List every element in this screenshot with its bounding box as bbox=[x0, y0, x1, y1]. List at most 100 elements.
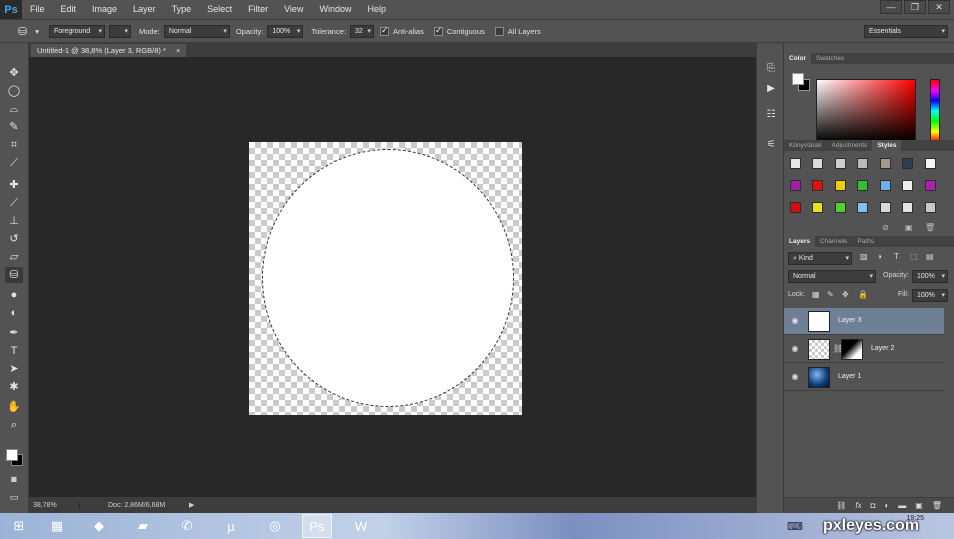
blur-icon[interactable]: ● bbox=[5, 287, 23, 303]
actions-panel-icon[interactable]: ▶ bbox=[762, 81, 780, 97]
new-style-icon[interactable]: ▣ bbox=[905, 223, 913, 232]
visibility-eye-icon[interactable]: ◉ bbox=[790, 372, 800, 382]
adjustment-filter-icon[interactable]: ◑ bbox=[877, 252, 882, 261]
mode-dropdown[interactable]: Normal bbox=[163, 24, 230, 38]
hue-slider[interactable] bbox=[930, 79, 940, 143]
chrome-icon[interactable]: ◎ bbox=[260, 514, 290, 538]
menu-view[interactable]: View bbox=[276, 0, 311, 19]
shape-filter-icon[interactable]: ⬚ bbox=[910, 252, 918, 261]
lasso-icon[interactable]: ⌓ bbox=[5, 101, 23, 117]
smart-filter-icon[interactable]: ▤ bbox=[926, 252, 934, 261]
photoshop-taskbar-icon[interactable]: Ps bbox=[302, 514, 332, 538]
history-panel-icon[interactable]: ⎘ bbox=[762, 61, 780, 77]
style-swatch[interactable] bbox=[857, 180, 868, 191]
style-swatch[interactable] bbox=[835, 158, 846, 169]
marquee-icon[interactable]: ◯ bbox=[5, 83, 23, 99]
lock-pixels-icon[interactable]: ✎ bbox=[827, 290, 834, 299]
fill-field[interactable]: 100% bbox=[912, 289, 948, 302]
dodge-icon[interactable]: ◐ bbox=[5, 305, 23, 321]
path-select-icon[interactable]: ➤ bbox=[5, 361, 23, 377]
status-menu-arrow-icon[interactable]: ▶ bbox=[189, 501, 194, 509]
folder-icon[interactable]: ▬ bbox=[898, 501, 906, 510]
style-swatch[interactable] bbox=[925, 180, 936, 191]
style-swatch[interactable] bbox=[902, 180, 913, 191]
type-filter-icon[interactable]: T bbox=[894, 252, 899, 261]
clear-style-icon[interactable]: ⊘ bbox=[882, 223, 889, 232]
crop-icon[interactable]: ⌗ bbox=[5, 137, 23, 153]
pen-icon[interactable]: ✒ bbox=[5, 325, 23, 341]
minimize-button[interactable]: — bbox=[880, 0, 902, 14]
layer-mask-thumbnail[interactable] bbox=[841, 339, 863, 360]
tolerance-field[interactable]: 32 bbox=[349, 24, 374, 38]
move-icon[interactable]: ✥ bbox=[5, 65, 23, 81]
app-icon[interactable]: ◆ bbox=[84, 514, 114, 538]
paint-bucket-tool-icon[interactable]: ⛁ bbox=[18, 25, 27, 38]
layer-row-layer-1[interactable]: ◉ Layer 1 bbox=[784, 364, 944, 391]
visibility-eye-icon[interactable]: ◉ bbox=[790, 344, 800, 354]
stamp-icon[interactable]: ⊥ bbox=[5, 213, 23, 229]
viber-icon[interactable]: ✆ bbox=[172, 514, 202, 538]
layer-opacity-field[interactable]: 100% bbox=[912, 270, 948, 283]
zoom-level[interactable]: 38,78% bbox=[29, 502, 79, 509]
color-spectrum-picker[interactable] bbox=[816, 79, 916, 143]
utorrent-icon[interactable]: µ bbox=[216, 514, 246, 538]
history-brush-icon[interactable]: ↺ bbox=[5, 231, 23, 247]
blend-mode-dropdown[interactable]: Normal bbox=[788, 270, 876, 283]
menu-file[interactable]: File bbox=[22, 0, 53, 19]
style-swatch[interactable] bbox=[790, 202, 801, 213]
style-swatch[interactable] bbox=[835, 180, 846, 191]
opacity-field[interactable]: 100% bbox=[267, 24, 304, 38]
style-swatch[interactable] bbox=[812, 180, 823, 191]
layer-row-layer-2[interactable]: ◉ ⛓ Layer 2 bbox=[784, 336, 944, 363]
style-swatch[interactable] bbox=[925, 202, 936, 213]
style-swatch[interactable] bbox=[835, 202, 846, 213]
paint-bucket-icon[interactable]: ⛁ bbox=[5, 267, 23, 283]
menu-image[interactable]: Image bbox=[84, 0, 125, 19]
kind-filter-dropdown[interactable]: ⌕ Kind bbox=[788, 252, 852, 265]
lock-all-icon[interactable]: 🔒 bbox=[858, 290, 868, 299]
style-swatch[interactable] bbox=[880, 158, 891, 169]
style-swatch[interactable] bbox=[812, 158, 823, 169]
style-swatch[interactable] bbox=[857, 158, 868, 169]
document-canvas[interactable] bbox=[249, 142, 522, 415]
link-icon[interactable]: ⛓ bbox=[836, 501, 846, 510]
panel-foreground-swatch[interactable] bbox=[792, 73, 804, 85]
contiguous-checkbox[interactable] bbox=[433, 25, 443, 36]
style-swatch[interactable] bbox=[790, 158, 801, 169]
restore-button[interactable]: ❐ bbox=[904, 0, 926, 14]
close-button[interactable]: ✕ bbox=[928, 0, 950, 14]
canvas-area[interactable] bbox=[29, 57, 756, 497]
brush-icon[interactable]: ⟋ bbox=[5, 195, 23, 211]
shape-icon[interactable]: ✱ bbox=[5, 379, 23, 395]
keyboard-icon[interactable]: ⌨ bbox=[780, 514, 810, 538]
system-clock[interactable]: 19:25 bbox=[906, 515, 924, 522]
fx-icon[interactable]: fx bbox=[855, 501, 861, 510]
calculator-icon[interactable]: ▦ bbox=[42, 514, 72, 538]
menu-type[interactable]: Type bbox=[164, 0, 200, 19]
brush-panel-icon[interactable]: ⚟ bbox=[762, 137, 780, 153]
workspace-dropdown[interactable]: Essentials bbox=[864, 25, 948, 38]
style-swatch[interactable] bbox=[812, 202, 823, 213]
document-tab[interactable]: Untitled-1 @ 38,8% (Layer 3, RGB/8) * × bbox=[31, 44, 187, 57]
style-swatch[interactable] bbox=[880, 180, 891, 191]
quick-select-icon[interactable]: ✎ bbox=[5, 119, 23, 135]
menu-filter[interactable]: Filter bbox=[240, 0, 276, 19]
visibility-eye-icon[interactable]: ◉ bbox=[790, 316, 800, 326]
menu-select[interactable]: Select bbox=[199, 0, 240, 19]
healing-icon[interactable]: ✚ bbox=[5, 177, 23, 193]
hand-icon[interactable]: ✋ bbox=[5, 399, 23, 415]
fill-source-dropdown[interactable]: Foreground bbox=[48, 24, 105, 38]
properties-panel-icon[interactable]: ☷ bbox=[762, 107, 780, 123]
zoom-icon[interactable]: ⌕ bbox=[5, 417, 23, 433]
style-swatch[interactable] bbox=[902, 202, 913, 213]
pattern-picker[interactable] bbox=[108, 24, 131, 38]
new-layer-icon[interactable]: ▣ bbox=[915, 501, 923, 510]
mask-icon[interactable]: ◘ bbox=[871, 501, 876, 510]
quick-mask-icon[interactable]: ◙ bbox=[5, 471, 23, 487]
style-swatch[interactable] bbox=[857, 202, 868, 213]
lock-position-icon[interactable]: ✥ bbox=[842, 290, 849, 299]
adjustment-icon[interactable]: ◐ bbox=[884, 501, 889, 510]
eraser-icon[interactable]: ▱ bbox=[5, 249, 23, 265]
all-layers-checkbox[interactable] bbox=[494, 26, 504, 36]
menu-edit[interactable]: Edit bbox=[53, 0, 85, 19]
